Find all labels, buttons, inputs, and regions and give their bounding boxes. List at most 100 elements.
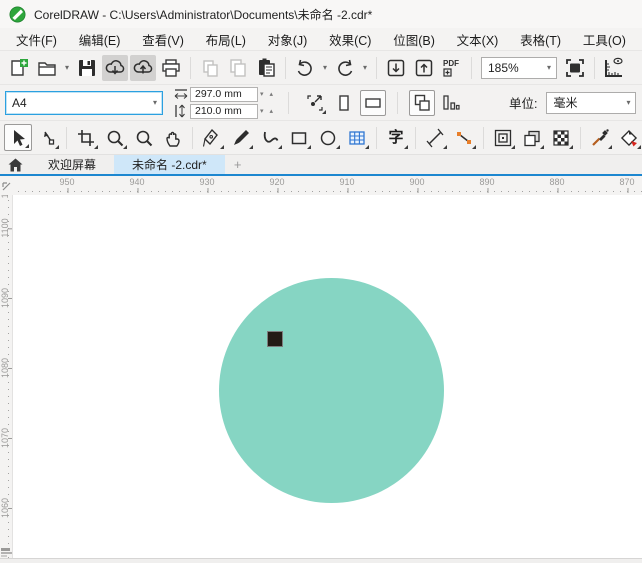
ellipse-tool[interactable] (314, 124, 342, 151)
new-tab-button[interactable]: + (225, 155, 251, 174)
pick-tool-icon (14, 129, 25, 146)
landscape-icon (365, 97, 381, 108)
menu-effects[interactable]: 效果(C) (329, 30, 371, 49)
export-icon (415, 59, 433, 76)
dimension-tool[interactable] (421, 124, 449, 151)
units-combobox[interactable]: 毫米 (546, 91, 637, 114)
new-document-icon (11, 58, 28, 76)
open-folder-icon (38, 61, 56, 76)
current-page-button[interactable] (438, 90, 464, 116)
page-navigator-icon (1, 548, 12, 557)
menu-table[interactable]: 表格(T) (520, 30, 561, 49)
connector-tool[interactable] (450, 124, 478, 151)
menu-tools[interactable]: 工具(O) (583, 30, 626, 49)
save-button[interactable] (74, 55, 100, 81)
paste-button[interactable] (253, 55, 279, 81)
menu-view[interactable]: 查看(V) (142, 30, 184, 49)
page-width-spinner[interactable]: ▾ ▴ (260, 90, 275, 98)
fullscreen-preview-button[interactable] (562, 55, 588, 81)
drawing-canvas[interactable] (14, 195, 642, 558)
hruler-label: 950 (59, 177, 75, 193)
hruler-label: 870 (619, 177, 635, 193)
portrait-orientation-button[interactable] (331, 90, 357, 116)
page-height-field[interactable]: 210.0 mm (190, 103, 258, 119)
page-width-field[interactable]: 297.0 mm (190, 86, 258, 102)
toolbox-separator (66, 126, 67, 149)
artistic-media-tool[interactable] (227, 124, 255, 151)
menu-bar: 文件(F) 编辑(E) 查看(V) 布局(L) 对象(J) 效果(C) 位图(B… (0, 28, 642, 50)
bspline-tool[interactable] (256, 124, 284, 151)
toolbar-separator (376, 56, 377, 79)
ellipse-icon (320, 130, 336, 145)
tab-welcome-screen[interactable]: 欢迎屏幕 (30, 155, 114, 174)
contour-tool[interactable] (489, 124, 517, 151)
open-dropdown-caret[interactable]: ▾ (62, 63, 72, 72)
print-icon (162, 58, 180, 77)
square-object[interactable] (267, 331, 283, 347)
page-height-spinner[interactable]: ▾ ▴ (260, 107, 275, 115)
home-tab-button[interactable] (0, 155, 30, 174)
drop-shadow-icon (524, 130, 540, 146)
toolbox: 字 (0, 120, 642, 155)
show-rulers-button[interactable] (601, 55, 627, 81)
open-button[interactable] (34, 55, 60, 81)
hruler-ticks (18, 191, 642, 192)
connector-line-icon (457, 131, 471, 144)
window-title: CorelDRAW - C:\Users\Administrator\Docum… (34, 7, 373, 22)
color-eyedropper-tool[interactable] (586, 124, 614, 151)
rectangle-tool[interactable] (285, 124, 313, 151)
copy-icon (230, 58, 246, 77)
print-button[interactable] (158, 55, 184, 81)
paste-icon (259, 58, 275, 77)
menu-object[interactable]: 对象(J) (268, 30, 308, 49)
undo-dropdown-caret[interactable]: ▾ (320, 63, 330, 72)
pan-tool[interactable] (159, 124, 187, 151)
home-icon (8, 158, 22, 171)
open-from-cloud-button[interactable] (102, 54, 128, 81)
shape-tool[interactable] (33, 124, 61, 151)
save-icon (79, 59, 95, 76)
transparency-tool[interactable] (547, 124, 575, 151)
pen-tool[interactable] (198, 124, 226, 151)
current-page-icon (443, 94, 460, 110)
hruler-label: 890 (479, 177, 495, 193)
drop-shadow-tool[interactable] (518, 124, 546, 151)
tab-document[interactable]: 未命名 -2.cdr* (114, 155, 225, 174)
ruler-corner[interactable] (0, 176, 13, 195)
menu-text[interactable]: 文本(X) (457, 30, 499, 49)
undo-button[interactable] (292, 55, 318, 81)
text-tool[interactable]: 字 (382, 124, 410, 151)
export-button[interactable] (411, 55, 437, 81)
save-to-cloud-button[interactable] (130, 54, 156, 81)
menu-file[interactable]: 文件(F) (16, 30, 57, 49)
zoom-tool[interactable] (101, 124, 129, 151)
shape-tool-icon (44, 131, 55, 145)
landscape-orientation-button[interactable] (359, 89, 386, 116)
new-document-button[interactable] (6, 55, 32, 81)
horizontal-ruler[interactable]: 950 940 930 920 910 900 890 880 870 (13, 176, 642, 195)
page-preset-combobox[interactable]: A4 (5, 90, 163, 115)
crop-tool[interactable] (72, 124, 100, 151)
ellipse-object[interactable] (219, 278, 444, 503)
zoom-level-combobox[interactable]: 185% (481, 56, 557, 79)
text-tool-icon: 字 (388, 129, 404, 146)
redo-dropdown-caret[interactable]: ▾ (360, 63, 370, 72)
all-pages-button[interactable] (408, 89, 435, 116)
ruler-eye-icon (605, 57, 623, 77)
menu-edit[interactable]: 编辑(E) (79, 30, 121, 49)
redo-button[interactable] (332, 55, 358, 81)
zoom-out-tool[interactable] (130, 124, 158, 151)
menu-layout[interactable]: 布局(L) (206, 30, 246, 49)
page-size-options-button[interactable] (302, 90, 328, 116)
vertical-ruler[interactable]: 1110 1100 1090 1080 1070 1060 (0, 195, 13, 558)
import-button[interactable] (383, 55, 409, 81)
menu-bitmaps[interactable]: 位图(B) (393, 30, 435, 49)
publish-to-pdf-button[interactable]: PDF (439, 55, 465, 81)
graph-paper-tool[interactable] (343, 124, 371, 151)
ruler-origin-icon (2, 182, 11, 191)
interactive-fill-tool[interactable] (615, 124, 642, 151)
pick-tool[interactable] (4, 124, 32, 151)
horizontal-scrollbar-area[interactable] (0, 558, 642, 563)
dimension-icons (174, 88, 188, 118)
vruler-label: 1090 (0, 287, 12, 309)
